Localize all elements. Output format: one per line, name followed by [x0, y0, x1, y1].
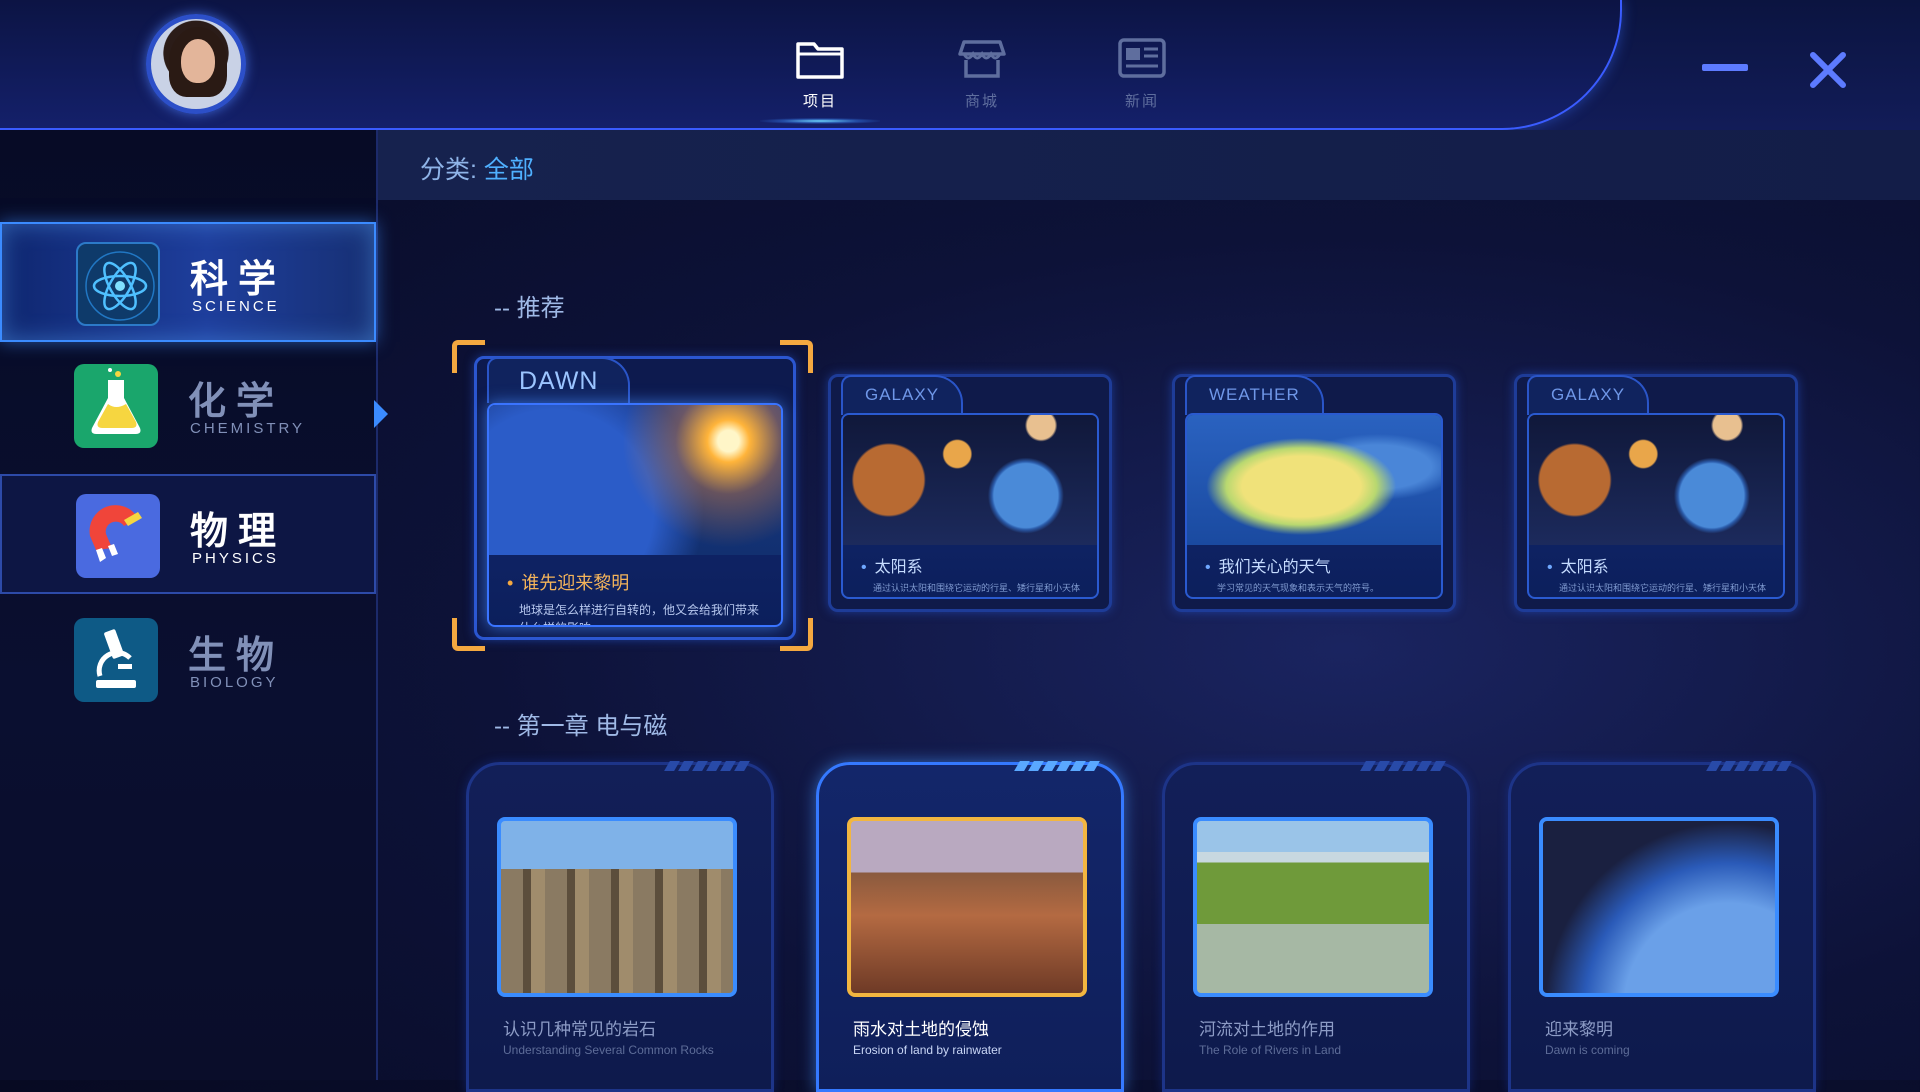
lesson-title: 雨水对土地的侵蚀 [853, 1020, 989, 1039]
lesson-title: 迎来黎明 [1545, 1020, 1613, 1039]
filter-value: 全部 [483, 156, 534, 184]
selection-corner [452, 618, 485, 651]
selection-corner [452, 340, 485, 373]
lesson-subtitle: Erosion of land by rainwater [853, 1043, 1002, 1057]
nav-tab-label: 项目 [802, 93, 837, 110]
lesson-subtitle: Understanding Several Common Rocks [503, 1043, 714, 1057]
card-tag: GALAXY [841, 375, 964, 415]
microscope-icon [74, 618, 158, 702]
card-title: • 我们关心的天气 [1205, 559, 1331, 576]
category-name-zh: 物理 [190, 511, 287, 553]
nav-tab-label: 商城 [964, 93, 999, 110]
sidebar-item-physics[interactable]: 物理 PHYSICS [0, 474, 376, 594]
card-body: •太阳系 通过认识太阳和围绕它运动的行星、矮行星和小天体组成了太阳系的相关模型。 [841, 413, 1099, 599]
selection-corner [780, 618, 813, 651]
card-title: • 太阳系 [861, 559, 923, 576]
close-icon[interactable] [1808, 50, 1848, 90]
lesson-title: 认识几种常见的岩石 [503, 1020, 656, 1039]
user-avatar[interactable] [146, 14, 246, 114]
solar-system-image [1529, 415, 1783, 545]
card-body: • 我们关心的天气 学习常见的天气现象和表示天气的符号。 [1185, 413, 1443, 599]
section-title-chapter: -- 第一章 电与磁 [494, 713, 668, 740]
card-tag: WEATHER [1185, 375, 1324, 415]
card-tag: GALAXY [1527, 375, 1650, 415]
recommend-card-weather[interactable]: WEATHER • 我们关心的天气 学习常见的天气现象和表示天气的符号。 [1172, 374, 1456, 612]
filter-dropdown[interactable]: 分类: 全部 [420, 150, 534, 186]
recommend-card-galaxy[interactable]: GALAXY •太阳系 通过认识太阳和围绕它运动的行星、矮行星和小天体组成了太阳… [828, 374, 1112, 612]
card-title: • 太阳系 [1547, 559, 1609, 576]
card-decoration [664, 761, 750, 771]
news-icon [1118, 38, 1166, 78]
category-sidebar: 科学 SCIENCE 化学 CHEMISTRY 物理 PHYSICS 生物 BI… [0, 130, 388, 1080]
card-tag: DAWN [487, 357, 631, 403]
category-name-zh: 科学 [190, 259, 287, 301]
nav-tab-news[interactable]: 新闻 [1102, 34, 1182, 111]
category-name-zh: 化学 [188, 381, 285, 423]
card-decoration [1706, 761, 1792, 771]
recommend-card-dawn[interactable]: DAWN •谁先迎来黎明 地球是怎么样进行自转的，他又会给我们带来什么样的影响。 [474, 356, 796, 640]
card-decoration [1014, 761, 1100, 771]
category-name-en: SCIENCE [192, 298, 280, 315]
folder-icon [796, 42, 844, 79]
card-body: •谁先迎来黎明 地球是怎么样进行自转的，他又会给我们带来什么样的影响。 [487, 403, 783, 627]
card-description: 通过认识太阳和围绕它运动的行星、矮行星和小天体组成了太阳系的相关模型。 [1559, 583, 1767, 593]
erosion-photo [847, 817, 1087, 997]
active-tab-indicator [760, 118, 880, 124]
card-description: 通过认识太阳和围绕它运动的行星、矮行星和小天体组成了太阳系的相关模型。 [873, 583, 1081, 593]
river-photo [1193, 817, 1433, 997]
recommend-card-galaxy-2[interactable]: GALAXY •太阳系 通过认识太阳和围绕它运动的行星、矮行星和小天体组成了太阳… [1514, 374, 1798, 612]
card-decoration [1360, 761, 1446, 771]
category-name-en: CHEMISTRY [190, 420, 306, 437]
sidebar-item-biology[interactable]: 生物 BIOLOGY [0, 600, 376, 720]
filter-label: 分类: [420, 156, 477, 184]
selection-corner [780, 340, 813, 373]
nav-tab-projects[interactable]: 项目 [780, 34, 860, 111]
card-description: 地球是怎么样进行自转的，他又会给我们带来什么样的影响。 [519, 603, 760, 625]
card-body: •太阳系 通过认识太阳和围绕它运动的行星、矮行星和小天体组成了太阳系的相关模型。 [1527, 413, 1785, 599]
magnet-icon [76, 494, 160, 578]
sidebar-item-science[interactable]: 科学 SCIENCE [0, 222, 376, 342]
chapter-card-dawn[interactable]: 迎来黎明 Dawn is coming [1508, 761, 1816, 1092]
atom-icon [76, 242, 160, 326]
filter-bar: 分类: 全部 [378, 130, 1920, 200]
nav-tab-store[interactable]: 商城 [942, 34, 1022, 111]
rocks-photo [497, 817, 737, 997]
nav-tab-label: 新闻 [1124, 93, 1159, 110]
chapter-card-rocks[interactable]: 认识几种常见的岩石 Understanding Several Common R… [466, 761, 774, 1092]
category-name-zh: 生物 [188, 635, 285, 677]
chapter-card-rivers[interactable]: 河流对土地的作用 The Role of Rivers in Land [1162, 761, 1470, 1092]
section-title-recommend: -- 推荐 [494, 295, 565, 322]
sidebar-item-chemistry[interactable]: 化学 CHEMISTRY [0, 346, 376, 466]
category-name-en: PHYSICS [192, 550, 279, 567]
category-name-en: BIOLOGY [190, 674, 279, 691]
chapter-card-erosion[interactable]: 雨水对土地的侵蚀 Erosion of land by rainwater [816, 761, 1124, 1092]
header-bar: 项目 商城 新闻 [0, 0, 1920, 130]
lesson-subtitle: Dawn is coming [1545, 1043, 1630, 1057]
flask-icon [74, 364, 158, 448]
minimize-icon[interactable] [1702, 64, 1748, 71]
weather-map-image [1187, 415, 1441, 545]
card-description: 学习常见的天气现象和表示天气的符号。 [1217, 583, 1380, 593]
earth-night-photo [1539, 817, 1779, 997]
store-icon [958, 40, 1006, 78]
dawn-earth-image [489, 405, 781, 555]
solar-system-image [843, 415, 1097, 545]
avatar-face [181, 39, 215, 83]
lesson-subtitle: The Role of Rivers in Land [1199, 1043, 1342, 1057]
lesson-title: 河流对土地的作用 [1199, 1020, 1335, 1039]
card-title: • 谁先迎来黎明 [507, 573, 630, 593]
active-category-arrow [374, 400, 388, 428]
